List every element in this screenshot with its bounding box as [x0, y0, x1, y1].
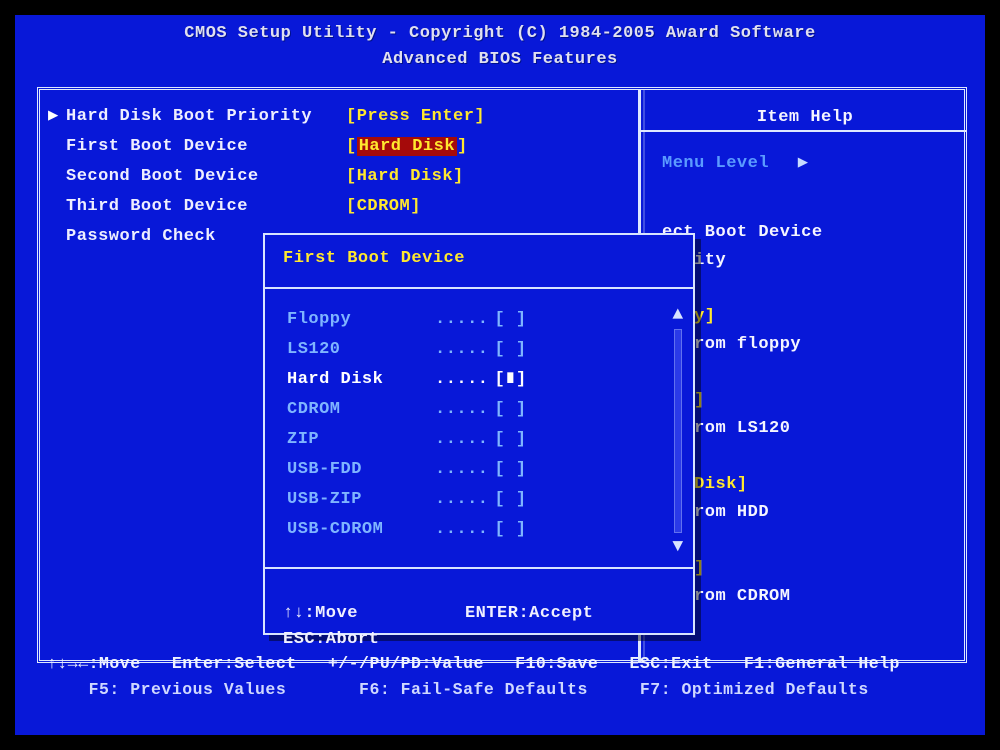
- option-usb-fdd[interactable]: USB-FDD ..... [ ]: [287, 455, 679, 485]
- option-label: LS120: [287, 335, 435, 365]
- option-checkbox: [ ]: [495, 485, 527, 515]
- option-cdrom[interactable]: CDROM ..... [ ]: [287, 395, 679, 425]
- option-checkbox: [ ]: [495, 455, 527, 485]
- first-boot-device-dialog[interactable]: First Boot Device Floppy ..... [ ] LS120…: [263, 233, 695, 635]
- option-label: USB-CDROM: [287, 515, 435, 545]
- header-line-1: CMOS Setup Utility - Copyright (C) 1984-…: [15, 21, 985, 47]
- dots: .....: [435, 515, 489, 545]
- setting-second-boot-device[interactable]: Second Boot Device [Hard Disk]: [48, 162, 630, 192]
- dots: .....: [435, 425, 489, 455]
- dots: .....: [435, 365, 489, 395]
- spacer: [48, 222, 66, 252]
- menu-level-label: Menu Level: [662, 154, 769, 173]
- option-label: ZIP: [287, 425, 435, 455]
- header-line-2: Advanced BIOS Features: [15, 47, 985, 73]
- dots: .....: [435, 335, 489, 365]
- setting-value: [CDROM]: [346, 192, 421, 222]
- setting-hard-disk-boot-priority[interactable]: ▶ Hard Disk Boot Priority [Press Enter]: [48, 102, 630, 132]
- legend-line-2: F5: Previous Values F6: Fail-Safe Defaul…: [47, 680, 869, 699]
- legend-line-1: ↑↓→←:Move Enter:Select +/-/PU/PD:Value F…: [47, 654, 900, 673]
- hint-move: ↑↓:Move: [283, 604, 358, 623]
- menu-level: Menu Level ▶: [650, 138, 960, 187]
- scroll-down-icon[interactable]: ▼: [672, 537, 683, 557]
- option-label: Floppy: [287, 305, 435, 335]
- option-checkbox: [ ]: [495, 395, 527, 425]
- option-checkbox: [ ]: [495, 425, 527, 455]
- setting-value: [Press Enter]: [346, 102, 485, 132]
- selection-arrow-icon: ▶: [48, 102, 66, 132]
- bios-screen: CMOS Setup Utility - Copyright (C) 1984-…: [15, 15, 985, 735]
- spacer: [48, 132, 66, 162]
- dialog-body: Floppy ..... [ ] LS120 ..... [ ] Hard Di…: [265, 291, 693, 569]
- option-zip[interactable]: ZIP ..... [ ]: [287, 425, 679, 455]
- dots: .....: [435, 395, 489, 425]
- help-title: Item Help: [650, 98, 960, 138]
- option-label: USB-ZIP: [287, 485, 435, 515]
- option-hard-disk[interactable]: Hard Disk ..... [∎]: [287, 365, 679, 395]
- dialog-scrollbar[interactable]: ▲ ▼: [671, 305, 685, 557]
- option-label: USB-FDD: [287, 455, 435, 485]
- option-checkbox: [ ]: [495, 305, 527, 335]
- dots: .....: [435, 455, 489, 485]
- key-legend: ↑↓→←:Move Enter:Select +/-/PU/PD:Value F…: [47, 625, 965, 729]
- scroll-up-icon[interactable]: ▲: [672, 305, 683, 325]
- option-label: Hard Disk: [287, 365, 435, 395]
- dots: .....: [435, 305, 489, 335]
- option-usb-cdrom[interactable]: USB-CDROM ..... [ ]: [287, 515, 679, 545]
- chevron-right-icon: ▶: [798, 154, 809, 173]
- setting-label: Third Boot Device: [66, 192, 346, 222]
- option-floppy[interactable]: Floppy ..... [ ]: [287, 305, 679, 335]
- header: CMOS Setup Utility - Copyright (C) 1984-…: [15, 15, 985, 73]
- option-checkbox: [∎]: [495, 365, 527, 395]
- dots: .....: [435, 485, 489, 515]
- highlighted-value: Hard Disk: [357, 137, 457, 156]
- spacer: [48, 162, 66, 192]
- setting-third-boot-device[interactable]: Third Boot Device [CDROM]: [48, 192, 630, 222]
- help-body: ect Boot Device rority oppy] t from flop…: [650, 187, 960, 639]
- option-ls120[interactable]: LS120 ..... [ ]: [287, 335, 679, 365]
- spacer: [48, 192, 66, 222]
- scrollbar-track[interactable]: [674, 329, 682, 533]
- dialog-footer: ↑↓:Move ENTER:Accept ESC:Abort: [265, 569, 693, 633]
- setting-first-boot-device[interactable]: First Boot Device [Hard Disk]: [48, 132, 630, 162]
- setting-value: [Hard Disk]: [346, 132, 468, 162]
- option-checkbox: [ ]: [495, 515, 527, 545]
- option-checkbox: [ ]: [495, 335, 527, 365]
- setting-value: [Hard Disk]: [346, 162, 464, 192]
- dialog-title: First Boot Device: [265, 235, 693, 289]
- option-label: CDROM: [287, 395, 435, 425]
- hint-accept: ENTER:Accept: [465, 604, 593, 623]
- setting-label: First Boot Device: [66, 132, 346, 162]
- option-usb-zip[interactable]: USB-ZIP ..... [ ]: [287, 485, 679, 515]
- setting-label: Hard Disk Boot Priority: [66, 102, 346, 132]
- setting-label: Second Boot Device: [66, 162, 346, 192]
